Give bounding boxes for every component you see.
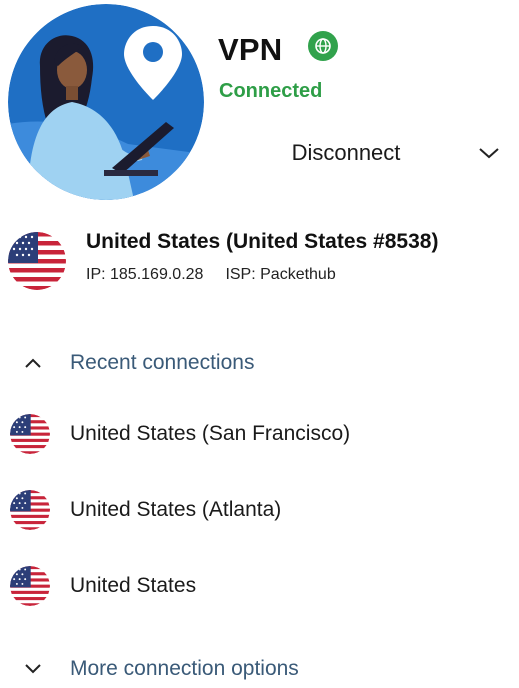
us-flag-icon: [10, 414, 50, 454]
chevron-down-icon[interactable]: [474, 138, 504, 168]
chevron-down-icon: [22, 658, 44, 680]
vpn-panel: VPN Connected Disconnect United States (…: [0, 0, 519, 688]
more-connection-options-label: More connection options: [70, 657, 299, 680]
recent-connections-label: Recent connections: [70, 351, 255, 374]
recent-connection-name: United States (Atlanta): [70, 498, 282, 521]
server-details: IP: 185.169.0.28 ISP: Packethub: [86, 266, 336, 284]
chevron-up-icon: [22, 352, 44, 374]
isp-name: ISP: Packethub: [225, 266, 336, 283]
globe-icon: [308, 31, 338, 61]
recent-connections-toggle[interactable]: Recent connections: [22, 346, 254, 380]
us-flag-icon: [8, 232, 66, 290]
us-flag-icon: [10, 490, 50, 530]
vpn-illustration: [8, 4, 204, 200]
connection-status: Connected: [219, 80, 323, 102]
current-connection: United States (United States #8538) IP: …: [8, 228, 513, 298]
ip-address: IP: 185.169.0.28: [86, 266, 204, 283]
server-name: United States (United States #8538): [86, 230, 439, 253]
more-connection-options-toggle[interactable]: More connection options: [22, 652, 299, 686]
disconnect-button[interactable]: Disconnect: [262, 132, 430, 174]
recent-connection-item[interactable]: United States (Atlanta): [8, 488, 513, 532]
recent-connection-item[interactable]: United States (San Francisco): [8, 412, 513, 456]
us-flag-icon: [10, 566, 50, 606]
app-title: VPN: [218, 32, 283, 67]
recent-connection-name: United States (San Francisco): [70, 422, 351, 445]
recent-connection-item[interactable]: United States: [8, 564, 513, 608]
recent-connection-name: United States: [70, 574, 197, 597]
